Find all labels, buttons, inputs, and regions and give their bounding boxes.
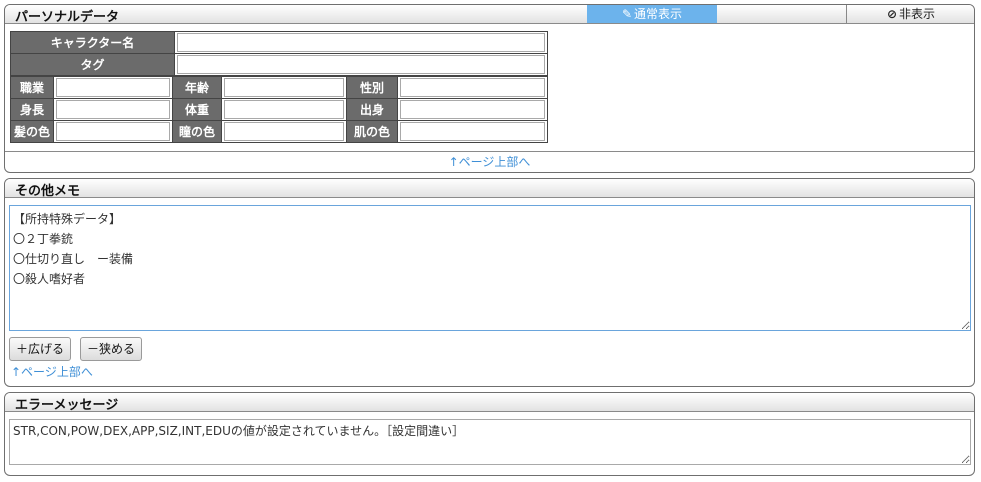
hair-color-label: 髪の色 [10, 120, 54, 143]
table-row: 髪の色 瞳の色 肌の色 [10, 120, 548, 143]
table-row: 職業 年齢 性別 [10, 76, 548, 99]
error-header: エラーメッセージ [5, 393, 974, 413]
character-name-table: キャラクター名 タグ [10, 31, 548, 76]
character-name-cell [174, 31, 548, 54]
origin-input[interactable] [400, 100, 545, 119]
table-row: キャラクター名 [10, 31, 548, 54]
table-row: 身長 体重 出身 [10, 98, 548, 121]
weight-label: 体重 [172, 98, 222, 121]
eye-color-cell [221, 120, 347, 143]
hide-display-tab[interactable]: ⊘ 非表示 [846, 5, 975, 23]
occupation-input[interactable] [56, 78, 170, 97]
eye-color-input[interactable] [224, 122, 344, 141]
hide-display-label: 非表示 [899, 7, 936, 21]
error-panel: エラーメッセージ STR,CON,POW,DEX,APP,SIZ,INT,EDU… [4, 392, 975, 476]
weight-input[interactable] [224, 100, 344, 119]
memo-textarea[interactable]: 【所持特殊データ】 〇２丁拳銃 〇仕切り直し ー装備 〇殺人嗜好者 [9, 205, 971, 331]
occupation-label: 職業 [10, 76, 54, 99]
sex-cell [397, 76, 548, 99]
height-cell [53, 98, 173, 121]
personal-data-panel: パーソナルデータ ✎ 通常表示 ⊘ 非表示 キャラクター名 タグ 職業 年齢 性別 … [4, 4, 975, 173]
skin-color-input[interactable] [400, 122, 545, 141]
attributes-table: 職業 年齢 性別 身長 体重 出身 髪の色 瞳の色 肌の色 [10, 76, 548, 143]
table-row: タグ [10, 53, 548, 76]
shrink-button[interactable]: －狭める [80, 337, 143, 361]
eye-color-label: 瞳の色 [172, 120, 222, 143]
error-textarea[interactable]: STR,CON,POW,DEX,APP,SIZ,INT,EDUの値が設定されてい… [9, 419, 971, 465]
age-cell [221, 76, 347, 99]
origin-cell [397, 98, 548, 121]
sex-input[interactable] [400, 78, 545, 97]
character-name-label: キャラクター名 [10, 31, 175, 54]
memo-page-top-link[interactable]: ↑ページ上部へ [11, 363, 93, 380]
normal-display-tab[interactable]: ✎ 通常表示 [587, 5, 717, 23]
hair-color-cell [53, 120, 173, 143]
no-entry-icon: ⊘ [886, 7, 898, 21]
personal-top-link-bar: ↑ページ上部へ [5, 151, 974, 172]
pencil-icon: ✎ [621, 7, 633, 21]
weight-cell [221, 98, 347, 121]
personal-data-title: パーソナルデータ [15, 10, 120, 25]
expand-button[interactable]: ＋広げる [9, 337, 72, 361]
memo-panel: その他メモ 【所持特殊データ】 〇２丁拳銃 〇仕切り直し ー装備 〇殺人嗜好者 … [4, 178, 975, 387]
error-title: エラーメッセージ [15, 398, 119, 413]
page-top-link[interactable]: ↑ページ上部へ [449, 155, 531, 169]
age-input[interactable] [224, 78, 344, 97]
height-label: 身長 [10, 98, 54, 121]
sex-label: 性別 [346, 76, 398, 99]
normal-display-label: 通常表示 [634, 7, 683, 21]
memo-title: その他メモ [15, 184, 81, 199]
occupation-cell [53, 76, 173, 99]
memo-header: その他メモ [5, 179, 974, 199]
skin-color-cell [397, 120, 548, 143]
tag-input[interactable] [177, 55, 545, 74]
personal-data-header: パーソナルデータ ✎ 通常表示 ⊘ 非表示 [5, 5, 975, 25]
skin-color-label: 肌の色 [346, 120, 398, 143]
age-label: 年齢 [172, 76, 222, 99]
hair-color-input[interactable] [56, 122, 170, 141]
tag-label: タグ [10, 53, 175, 76]
height-input[interactable] [56, 100, 170, 119]
origin-label: 出身 [346, 98, 398, 121]
character-name-input[interactable] [177, 33, 545, 52]
tag-cell [174, 53, 548, 76]
